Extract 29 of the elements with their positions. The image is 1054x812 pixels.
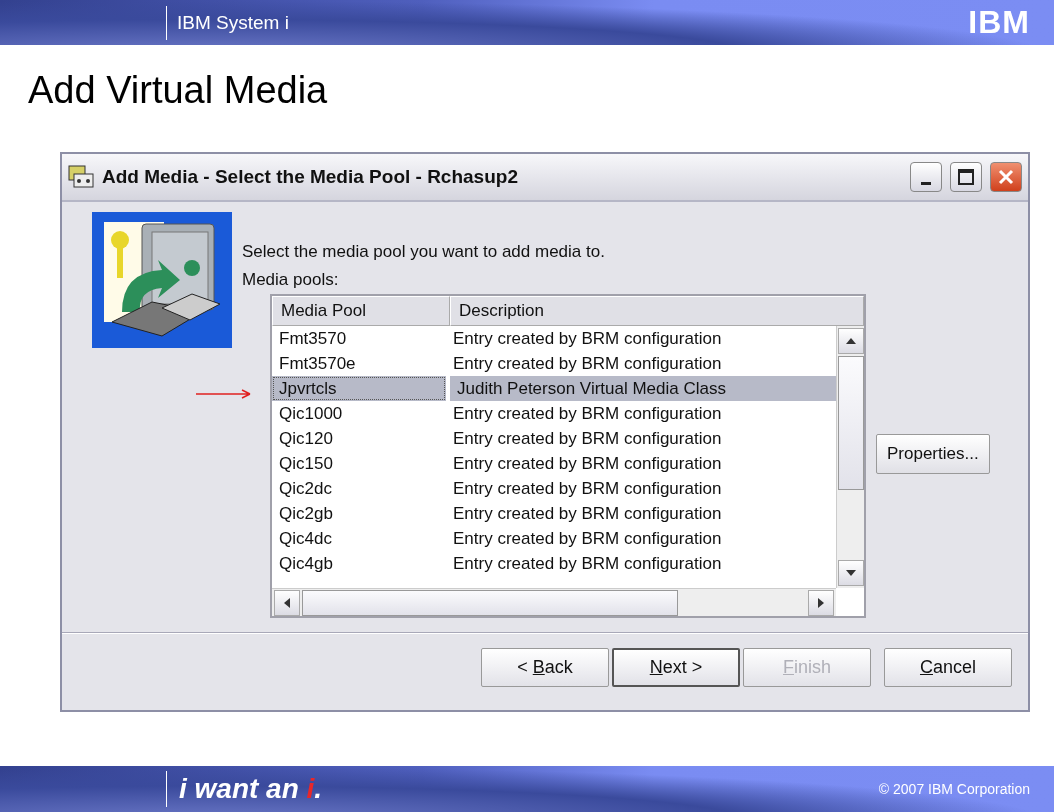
close-button[interactable] <box>990 162 1022 192</box>
wizard-button[interactable]: Next > <box>612 648 740 687</box>
company-logo: IBM <box>968 4 1030 41</box>
window-title: Add Media - Select the Media Pool - Rchasup2 <box>102 166 518 188</box>
wizard-button[interactable]: Cancel <box>884 648 1012 687</box>
left-arrow-icon <box>284 597 290 608</box>
list-label: Media pools: <box>242 270 339 290</box>
wizard-button[interactable]: < Back <box>481 648 609 687</box>
minimize-button[interactable] <box>910 162 942 192</box>
maximize-icon <box>958 169 974 185</box>
product-name: IBM System i <box>166 5 289 40</box>
tape-icon <box>68 165 94 189</box>
instruction-text: Select the media pool you want to add media to. <box>242 242 605 262</box>
up-arrow-icon <box>845 338 856 344</box>
close-icon <box>998 169 1014 185</box>
horizontal-scrollbar[interactable] <box>272 588 836 616</box>
table-cell[interactable]: Judith Peterson Virtual Media Class <box>450 376 836 401</box>
down-arrow-icon <box>845 570 856 576</box>
maximize-button[interactable] <box>950 162 982 192</box>
right-arrow-icon <box>818 597 824 608</box>
column-header[interactable]: Description <box>450 296 864 326</box>
table-cell[interactable]: Jpvrtcls <box>272 376 446 401</box>
copyright-text: © 2007 IBM Corporation <box>878 781 1030 797</box>
slide-title: Add Virtual Media <box>28 69 328 112</box>
tagline: i want an i. <box>166 771 323 807</box>
minimize-icon <box>921 181 931 185</box>
vertical-scrollbar[interactable] <box>836 326 864 588</box>
column-header[interactable]: Media Pool <box>272 296 450 326</box>
properties-button[interactable]: Properties... <box>876 434 990 474</box>
